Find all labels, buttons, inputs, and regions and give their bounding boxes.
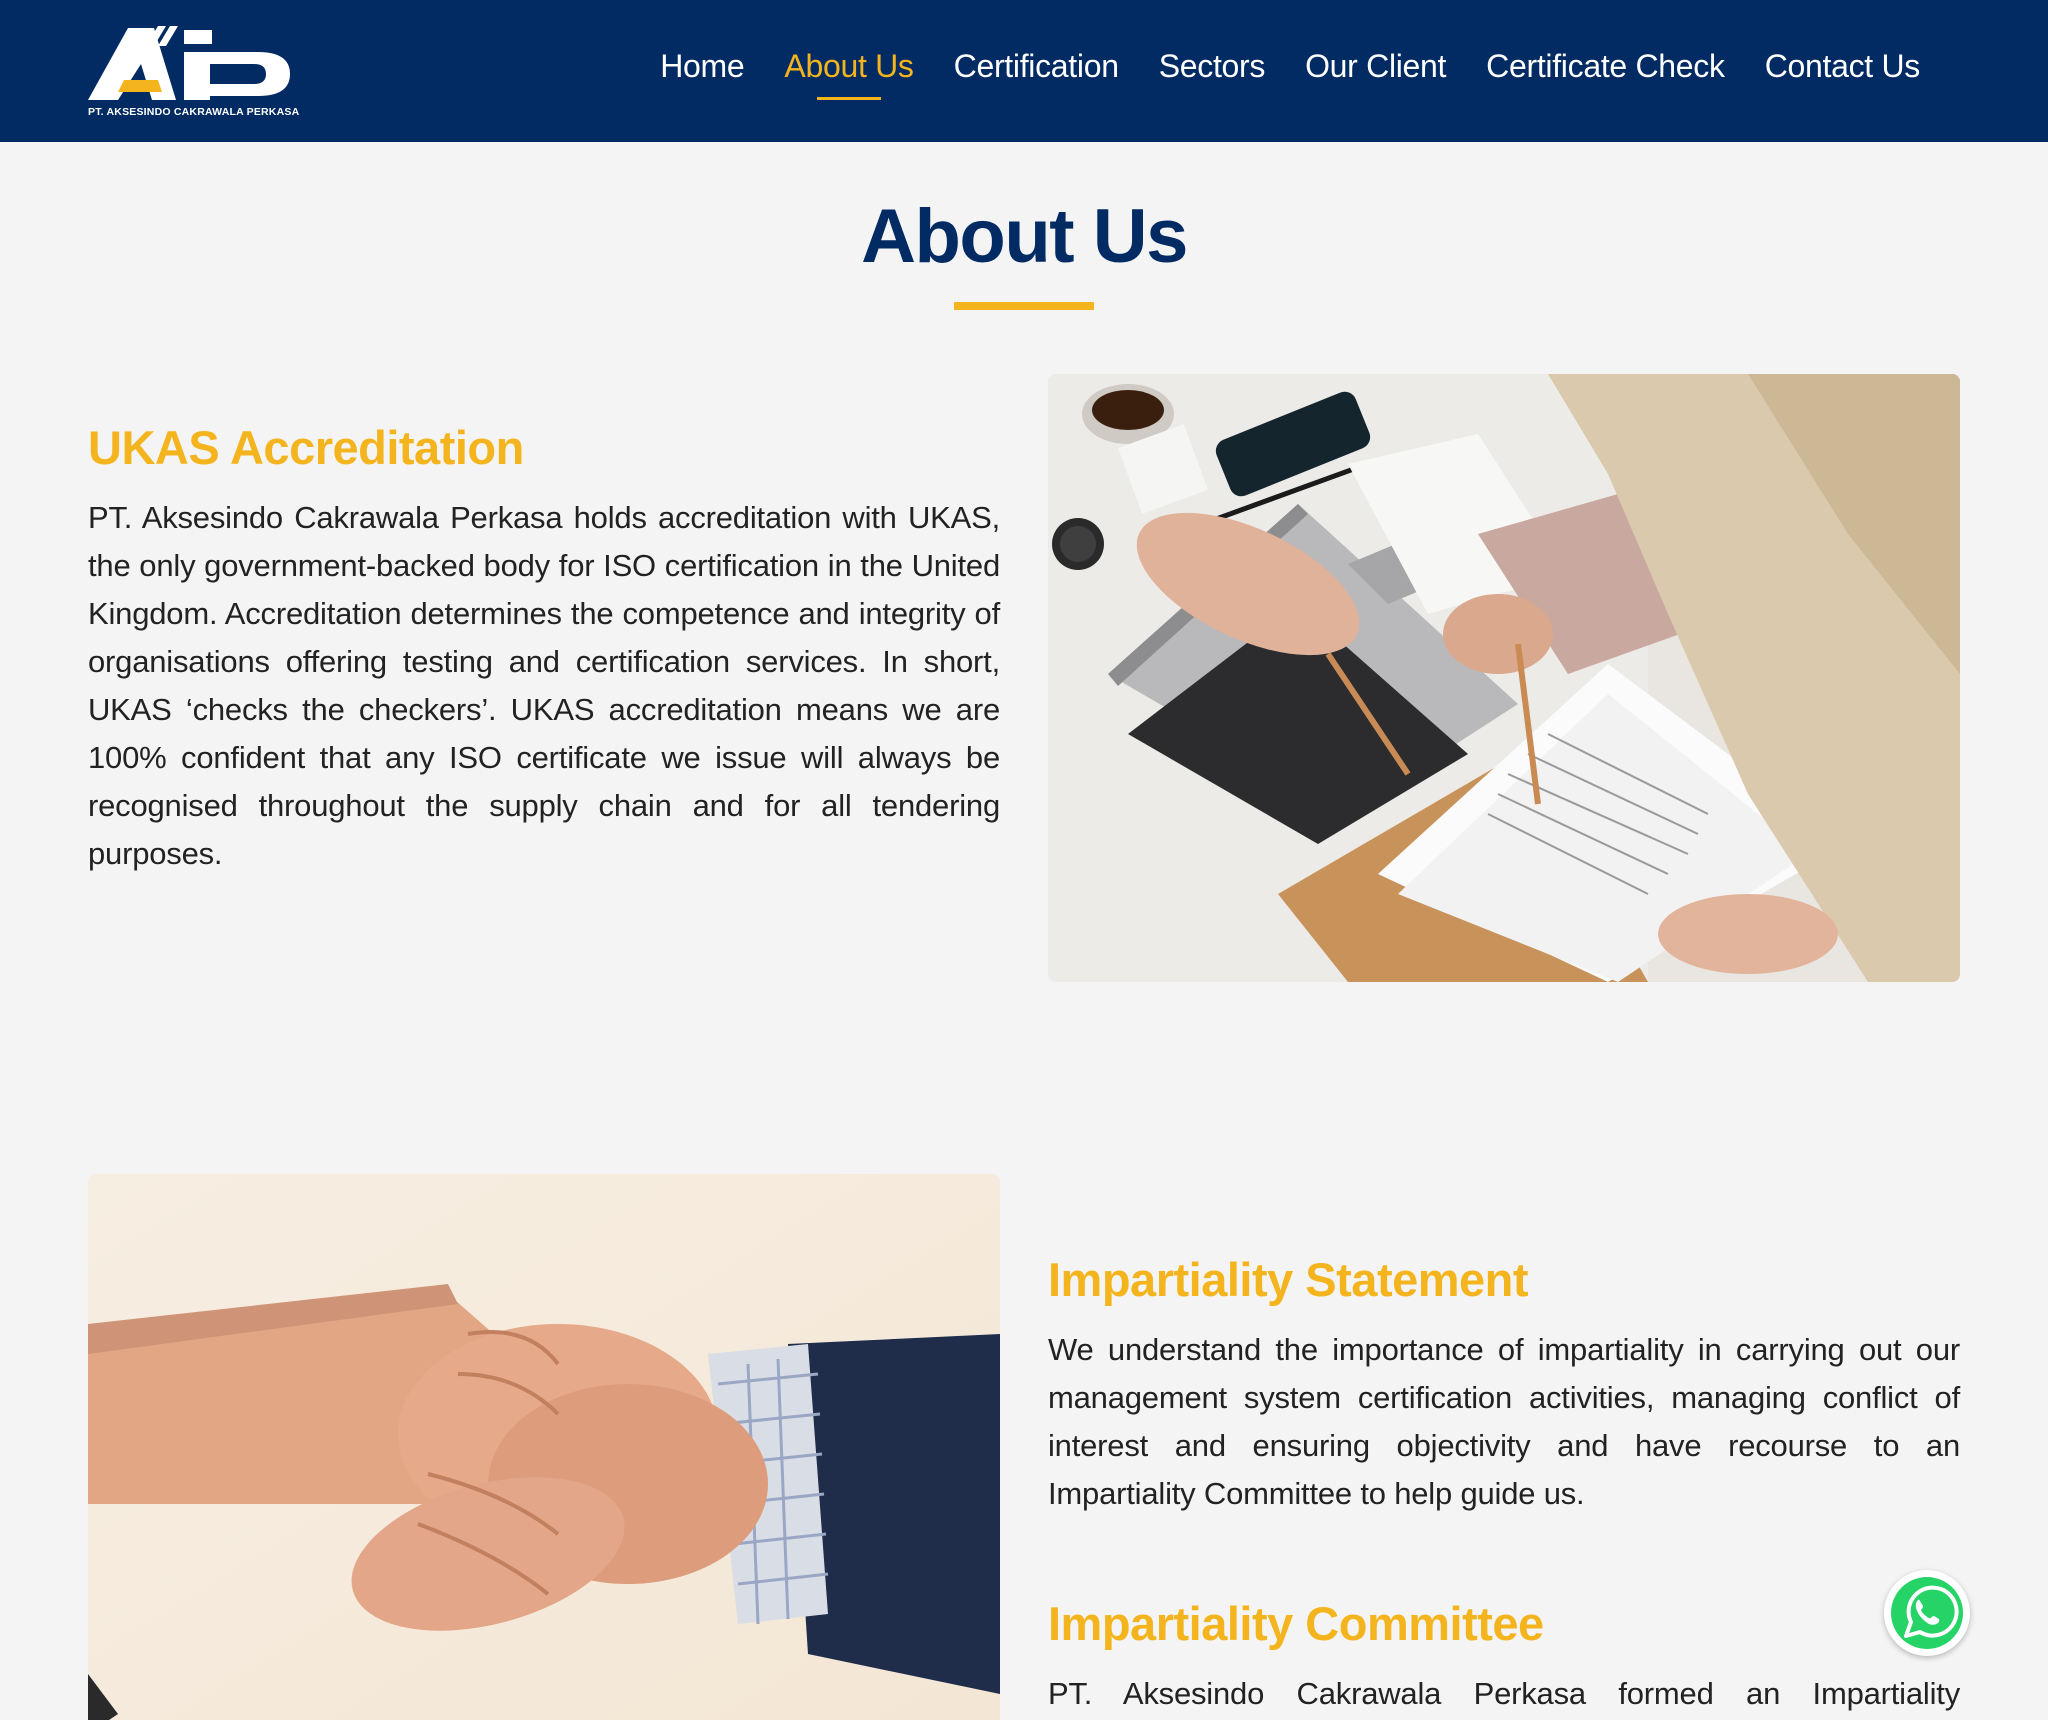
main-nav: Home About Us Certification Sectors Our … bbox=[640, 44, 1940, 100]
nav-about-us-label: About Us bbox=[784, 48, 914, 84]
impartiality-committee-heading: Impartiality Committee bbox=[1048, 1597, 1544, 1650]
impartiality-committee-body: PT. Aksesindo Cakrawala Perkasa formed a… bbox=[1048, 1676, 1960, 1711]
ukas-heading: UKAS Accreditation bbox=[88, 421, 524, 474]
page: PT. AKSESINDO CAKRAWALA PERKASA Home Abo… bbox=[0, 0, 2048, 1720]
title-underline bbox=[954, 302, 1094, 310]
whatsapp-icon bbox=[1891, 1577, 1963, 1649]
handshake-photo bbox=[88, 1174, 1000, 1720]
nav-contact-us[interactable]: Contact Us bbox=[1745, 44, 1940, 88]
handshake-image-icon bbox=[88, 1174, 1000, 1720]
nav-certification[interactable]: Certification bbox=[934, 44, 1139, 88]
nav-active-underline bbox=[817, 97, 882, 100]
nav-sectors[interactable]: Sectors bbox=[1139, 44, 1285, 88]
nav-certificate-check[interactable]: Certificate Check bbox=[1466, 44, 1745, 88]
ap-logo-icon bbox=[88, 26, 290, 100]
site-logo[interactable]: PT. AKSESINDO CAKRAWALA PERKASA bbox=[88, 24, 299, 120]
ukas-body: PT. Aksesindo Cakrawala Perkasa holds ac… bbox=[88, 500, 1000, 871]
business-meeting-image-icon bbox=[1048, 374, 1960, 982]
nav-home[interactable]: Home bbox=[640, 44, 764, 88]
impartiality-statement-heading: Impartiality Statement bbox=[1048, 1253, 1529, 1306]
site-header: PT. AKSESINDO CAKRAWALA PERKASA Home Abo… bbox=[0, 0, 2048, 142]
nav-about-us[interactable]: About Us bbox=[764, 44, 933, 100]
business-meeting-photo bbox=[1048, 374, 1960, 982]
company-caption: PT. AKSESINDO CAKRAWALA PERKASA bbox=[88, 106, 300, 118]
whatsapp-button[interactable] bbox=[1884, 1570, 1970, 1656]
page-title: About Us bbox=[861, 194, 1188, 279]
nav-our-client[interactable]: Our Client bbox=[1285, 44, 1466, 88]
impartiality-statement-body: We understand the importance of impartia… bbox=[1048, 1332, 1960, 1511]
